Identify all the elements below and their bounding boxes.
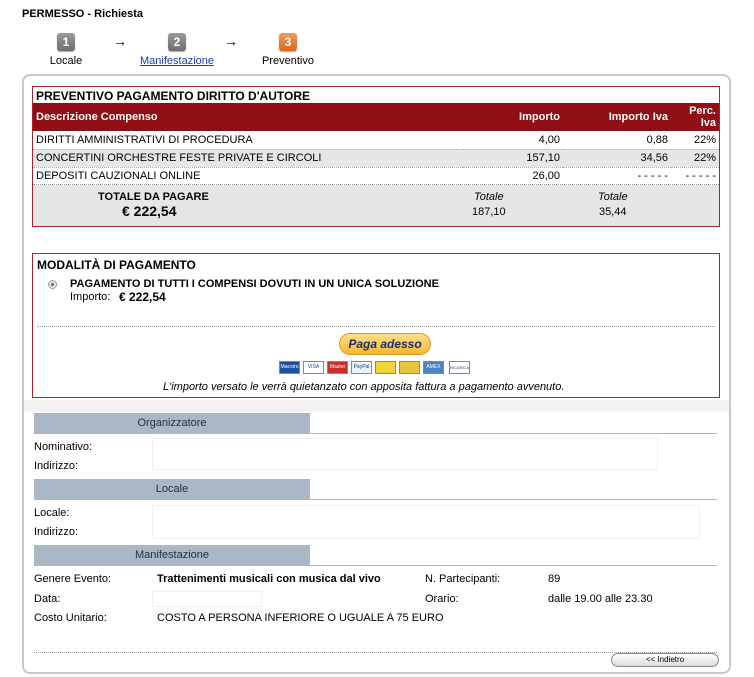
step-arrow-icon: → <box>113 33 127 49</box>
table-row: DEPOSITI CAUZIONALI ONLINE 26,00 - - - -… <box>33 167 719 186</box>
cell-importo-iva: 0,88 <box>563 131 671 150</box>
paypal-pay-button[interactable]: Paga adesso <box>339 333 431 355</box>
visa-card-icon: VISA <box>303 361 324 374</box>
totale-iva-caption: Totale <box>598 191 628 203</box>
nominativo-label: Nominativo: <box>34 441 93 453</box>
organizzatore-header: Organizzatore <box>34 413 310 434</box>
locale-indirizzo-label: Indirizzo: <box>34 526 79 538</box>
spacer-band <box>24 400 729 412</box>
postepay-card-icon: Master <box>327 361 348 374</box>
organizzatore-indirizzo-label: Indirizzo: <box>34 460 79 472</box>
step-number-1: 1 <box>57 33 75 51</box>
quote-header-row: Descrizione Compenso Importo Importo Iva… <box>33 103 719 131</box>
step-manifestazione[interactable]: 2 Manifestazione <box>137 33 217 67</box>
genere-evento-value: Trattenimenti musicali con musica dal vi… <box>157 573 381 585</box>
paypal-card-icon: PayPal <box>351 361 372 374</box>
locale-header: Locale <box>34 479 310 500</box>
ricarica-paypal-icon: RICARICA PAYPAL <box>449 361 470 374</box>
cell-descrizione: DEPOSITI CAUZIONALI ONLINE <box>33 167 463 186</box>
quote-table: Descrizione Compenso Importo Importo Iva… <box>33 103 719 186</box>
back-button[interactable]: << Indietro <box>611 653 719 667</box>
cell-perc-iva: - - - - - <box>671 167 719 186</box>
payment-importo-value: € 222,54 <box>119 290 166 304</box>
data-label: Data: <box>34 593 61 605</box>
col-perc-iva: Perc. Iva <box>671 103 719 131</box>
col-descrizione: Descrizione Compenso <box>33 103 463 131</box>
col-importo-iva: Importo Iva <box>563 103 671 131</box>
card-icon <box>375 361 396 374</box>
table-row: DIRITTI AMMINISTRATIVI DI PROCEDURA 4,00… <box>33 131 719 150</box>
cell-importo: 4,00 <box>463 131 563 150</box>
step-number-2: 2 <box>168 33 186 51</box>
step-preventivo: 3 Preventivo <box>248 33 328 67</box>
payment-title: MODALITÀ DI PAGAMENTO <box>37 258 196 272</box>
page-title: PERMESSO - Richiesta <box>22 8 144 20</box>
total-label: TOTALE DA PAGARE <box>98 191 209 203</box>
step-number-3: 3 <box>279 33 297 51</box>
totale-importo-caption: Totale <box>474 191 504 203</box>
cell-importo-iva: - - - - - <box>563 167 671 186</box>
organizzatore-value-field <box>152 438 658 470</box>
table-row: CONCERTINI ORCHESTRE FESTE PRIVATE E CIR… <box>33 149 719 168</box>
payment-option-radio[interactable] <box>48 280 57 289</box>
cell-importo-iva: 34,56 <box>563 149 671 168</box>
totale-importo-value: 187,10 <box>472 206 506 218</box>
payment-option-label: PAGAMENTO DI TUTTI I COMPENSI DOVUTI IN … <box>70 278 439 290</box>
cell-importo: 26,00 <box>463 167 563 186</box>
manifestazione-header: Manifestazione <box>34 545 310 566</box>
cell-descrizione: CONCERTINI ORCHESTRE FESTE PRIVATE E CIR… <box>33 149 463 168</box>
cell-perc-iva: 22% <box>671 131 719 150</box>
quote-title: PREVENTIVO PAGAMENTO DIRITTO D'AUTORE <box>36 89 310 103</box>
amex-card-icon: AMEX <box>423 361 444 374</box>
orario-value: dalle 19.00 alle 23.30 <box>548 593 653 605</box>
step-label-preventivo: Preventivo <box>262 55 314 67</box>
payment-importo-label: Importo: <box>70 291 111 303</box>
orario-label: Orario: <box>425 593 459 605</box>
locale-value-field <box>152 505 700 539</box>
costo-unitario-value: COSTO A PERSONA INFERIORE O UGUALE A 75 … <box>157 612 444 624</box>
costo-unitario-label: Costo Unitario: <box>34 612 107 624</box>
divider <box>34 433 717 434</box>
totale-iva-value: 35,44 <box>599 206 627 218</box>
maestro-card-icon: Maestro <box>279 361 300 374</box>
step-label-locale: Locale <box>49 55 83 67</box>
step-link-manifestazione[interactable]: Manifestazione <box>137 55 217 67</box>
col-importo: Importo <box>463 103 563 131</box>
genere-evento-label: Genere Evento: <box>34 573 112 585</box>
divider <box>37 326 715 327</box>
cell-perc-iva: 22% <box>671 149 719 168</box>
data-value-field <box>152 591 262 607</box>
partecipanti-label: N. Partecipanti: <box>425 573 501 585</box>
card-icon <box>399 361 420 374</box>
partecipanti-value: 89 <box>548 573 561 585</box>
divider <box>34 565 717 566</box>
locale-label: Locale: <box>34 507 70 519</box>
step-arrow-icon: → <box>224 33 238 49</box>
step-locale: 1 Locale <box>26 33 106 67</box>
total-amount: € 222,54 <box>122 203 177 219</box>
cell-descrizione: DIRITTI AMMINISTRATIVI DI PROCEDURA <box>33 131 463 150</box>
divider <box>34 499 717 500</box>
payment-note: L'importo versato le verrà quietanzato c… <box>163 381 565 393</box>
cell-importo: 157,10 <box>463 149 563 168</box>
